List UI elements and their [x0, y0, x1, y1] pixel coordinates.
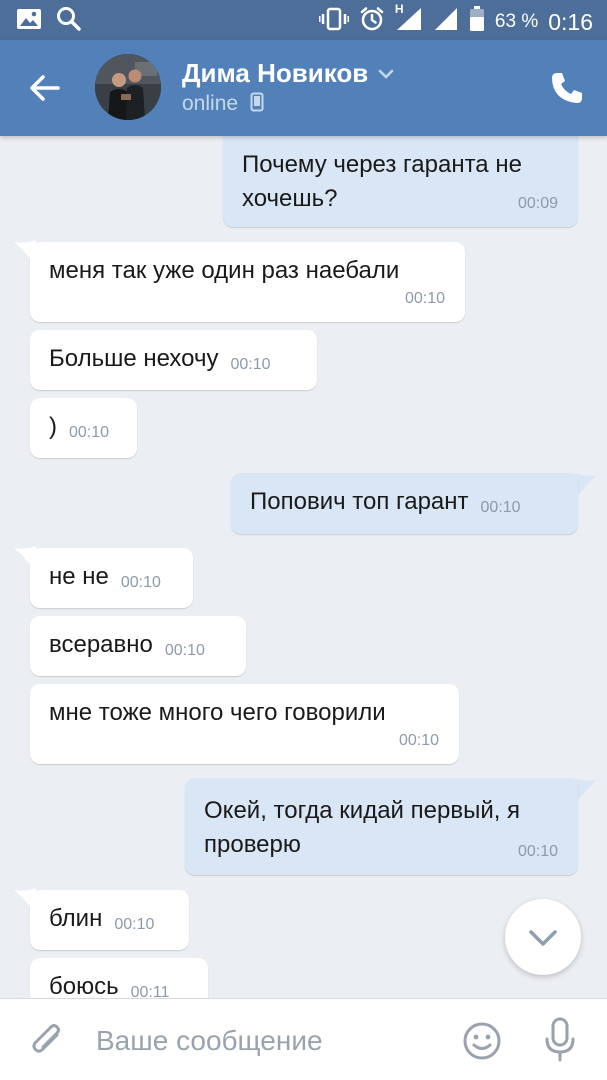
message-input[interactable]: [96, 1021, 436, 1061]
message-composer: [0, 998, 607, 1080]
message-incoming[interactable]: меня так уже один раз наебали 00:10: [30, 242, 465, 322]
gallery-icon: [16, 7, 42, 36]
contact-status-label: online: [182, 92, 239, 115]
message-outgoing[interactable]: Почему через гаранта не хочешь? 00:09: [223, 136, 578, 227]
message-time: 00:10: [164, 642, 205, 659]
scroll-to-bottom-button[interactable]: [505, 899, 581, 975]
message-text: Больше нехочу: [49, 345, 219, 372]
message-time: 00:11: [130, 984, 170, 998]
message-time: 00:10: [230, 356, 271, 373]
message-time: 00:10: [398, 732, 439, 749]
message-incoming[interactable]: Больше нехочу 00:10: [30, 330, 317, 390]
message-text: всеравно: [49, 631, 153, 658]
contact-avatar[interactable]: [95, 54, 161, 120]
message-incoming[interactable]: ) 00:10: [30, 398, 137, 458]
message-text: мне тоже много чего говорили: [49, 699, 386, 726]
message-time: 00:10: [69, 424, 110, 441]
search-icon: [56, 6, 82, 37]
status-clock: 0:16: [548, 8, 593, 35]
message-text: Окей, тогда кидай первый, я проверю: [204, 797, 521, 858]
back-arrow-icon: [30, 75, 60, 101]
emoji-button[interactable]: [462, 1021, 502, 1066]
network-type-label: H: [394, 2, 404, 16]
chat-header: Дима Новиков online: [0, 40, 607, 136]
message-text: боюсь: [49, 973, 119, 998]
signal-icon: [433, 6, 459, 38]
phone-icon: [552, 73, 582, 103]
bubble-tail: [575, 473, 597, 499]
status-bar: H 63 % 0:16: [0, 0, 607, 40]
message-list[interactable]: Почему через гаранта не хочешь? 00:09 ме…: [0, 136, 607, 998]
message-incoming[interactable]: не не 00:10: [30, 548, 193, 608]
message-time: 00:09: [517, 195, 558, 212]
signal-icon: H: [395, 2, 423, 38]
message-text: блин: [49, 905, 103, 932]
battery-icon: [469, 6, 485, 38]
chevron-down-icon: [529, 930, 557, 946]
message-incoming[interactable]: всеравно 00:10: [30, 616, 246, 676]
message-incoming[interactable]: блин 00:10: [30, 890, 189, 950]
message-text: ): [49, 413, 57, 440]
back-button[interactable]: [24, 68, 64, 108]
attach-button[interactable]: [30, 1021, 66, 1066]
message-text: Почему через гаранта не хочешь?: [242, 151, 522, 212]
bubble-tail: [575, 778, 597, 804]
smile-icon: [463, 1022, 501, 1060]
vibrate-icon: [318, 7, 350, 37]
message-text: не не: [49, 563, 109, 590]
message-time: 00:10: [404, 290, 445, 307]
message-time: 00:10: [517, 843, 558, 860]
paperclip-icon: [32, 1024, 60, 1053]
message-outgoing[interactable]: Окей, тогда кидай первый, я проверю 00:1…: [185, 778, 578, 875]
message-incoming[interactable]: боюсь 00:11: [30, 958, 208, 998]
call-button[interactable]: [549, 70, 585, 106]
message-time: 00:10: [120, 574, 161, 591]
microphone-icon: [545, 1017, 575, 1062]
voice-message-button[interactable]: [543, 1017, 577, 1068]
contact-status: online: [182, 92, 264, 116]
alarm-icon: [359, 6, 385, 38]
mobile-device-icon: [250, 92, 264, 112]
contact-name[interactable]: Дима Новиков: [182, 58, 368, 89]
chevron-down-icon[interactable]: [376, 64, 396, 84]
message-text: Попович топ гарант: [250, 488, 469, 515]
message-time: 00:10: [114, 916, 155, 933]
battery-percent: 63 %: [494, 11, 539, 32]
message-outgoing[interactable]: Попович топ гарант 00:10: [231, 473, 578, 534]
message-text: меня так уже один раз наебали: [49, 257, 400, 284]
message-incoming[interactable]: мне тоже много чего говорили 00:10: [30, 684, 459, 764]
message-time: 00:10: [480, 499, 521, 516]
